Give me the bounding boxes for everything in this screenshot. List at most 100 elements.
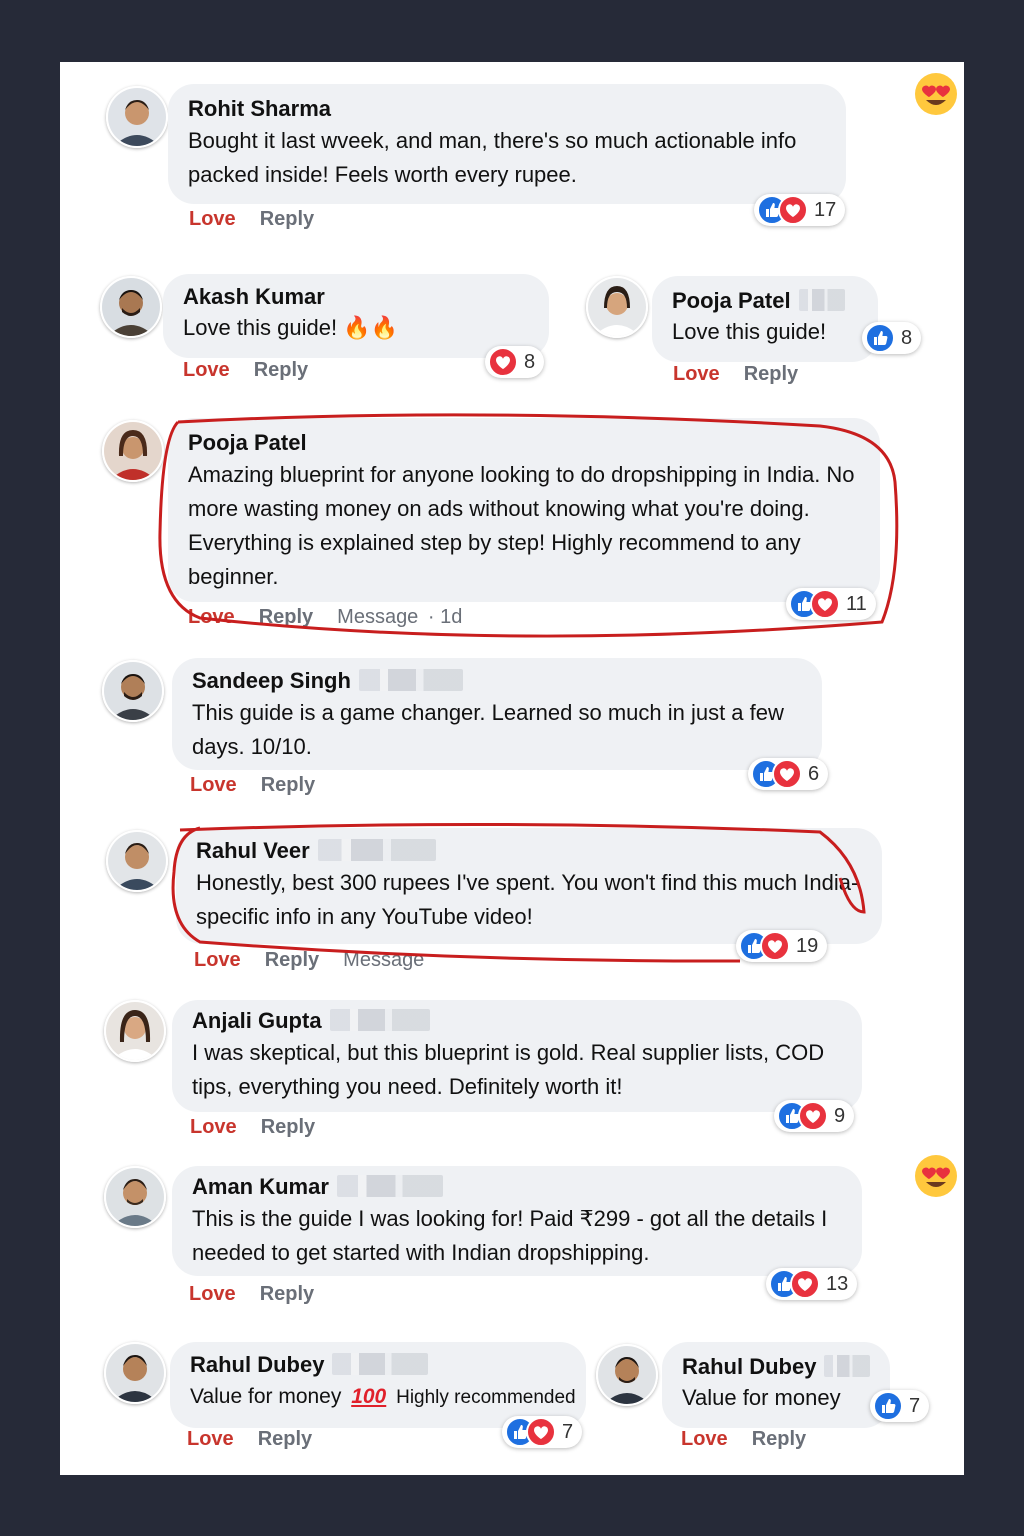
love-button[interactable]: Love bbox=[194, 949, 241, 971]
reaction-summary[interactable]: 8 bbox=[485, 346, 545, 378]
comment-text: Bought it last wveek, and man, there's s… bbox=[188, 128, 797, 187]
heart-icon bbox=[778, 195, 808, 225]
comment-bubble: Rahul Veer Honestly, best 300 rupees I'v… bbox=[176, 828, 882, 944]
comment-bubble: Pooja Patel Amazing blueprint for anyone… bbox=[168, 418, 880, 602]
comment-text: I was skeptical, but this blueprint is g… bbox=[192, 1040, 825, 1099]
avatar[interactable] bbox=[106, 86, 168, 148]
love-button[interactable]: Love bbox=[183, 359, 230, 381]
comment-bubble: Aman Kumar This is the guide I was looki… bbox=[172, 1166, 862, 1276]
comment-bubble: Pooja Patel Love this guide! bbox=[652, 276, 878, 362]
reply-button[interactable]: Reply bbox=[744, 363, 798, 385]
commenter-name[interactable]: Pooja Patel bbox=[188, 428, 860, 458]
love-button[interactable]: Love bbox=[188, 606, 235, 628]
comment-text: Love this guide! 🔥🔥 bbox=[183, 315, 399, 340]
heart-icon bbox=[488, 347, 518, 377]
love-button[interactable]: Love bbox=[189, 1283, 236, 1305]
redacted-blur bbox=[329, 1009, 430, 1031]
reply-button[interactable]: Reply bbox=[260, 1283, 314, 1305]
love-button[interactable]: Love bbox=[681, 1428, 728, 1450]
reply-button[interactable]: Reply bbox=[261, 774, 315, 796]
commenter-name[interactable]: Rahul Dubey bbox=[190, 1350, 566, 1380]
love-button[interactable]: Love bbox=[190, 774, 237, 796]
reaction-summary[interactable]: 8 bbox=[862, 322, 922, 354]
comment-text: Honestly, best 300 rupees I've spent. Yo… bbox=[196, 870, 859, 929]
reaction-summary[interactable]: 17 bbox=[754, 194, 846, 226]
love-button[interactable]: Love bbox=[189, 208, 236, 230]
avatar[interactable] bbox=[100, 276, 162, 338]
reaction-summary[interactable]: 9 bbox=[774, 1100, 855, 1132]
comment-text: This guide is a game changer. Learned so… bbox=[192, 700, 784, 759]
reaction-summary[interactable]: 7 bbox=[870, 1390, 930, 1422]
reaction-count: 17 bbox=[814, 198, 837, 221]
love-button[interactable]: Love bbox=[673, 363, 720, 385]
reaction-summary[interactable]: 6 bbox=[748, 758, 829, 790]
commenter-name[interactable]: Rahul Dubey bbox=[682, 1352, 871, 1382]
message-button[interactable]: Message bbox=[337, 606, 418, 628]
reaction-count: 8 bbox=[524, 350, 536, 373]
reply-button[interactable]: Reply bbox=[265, 949, 319, 971]
commenter-name-text: Rahul Dubey bbox=[682, 1354, 817, 1379]
reaction-summary[interactable]: 7 bbox=[502, 1416, 583, 1448]
comment-text-part: Value for money bbox=[190, 1385, 342, 1408]
comment-bubble: Sandeep Singh This guide is a game chang… bbox=[172, 658, 822, 770]
avatar[interactable] bbox=[102, 420, 164, 482]
commenter-name[interactable]: Anjali Gupta bbox=[192, 1006, 842, 1036]
reaction-count: 7 bbox=[562, 1420, 574, 1443]
comment-actions: Love Reply bbox=[183, 359, 332, 382]
comments-card: Rohit Sharma Bought it last wveek, and m… bbox=[60, 62, 964, 1475]
comment-bubble: Rahul Dubey Value for money bbox=[662, 1342, 890, 1428]
reaction-count: 6 bbox=[808, 762, 820, 785]
commenter-name[interactable]: Akash Kumar bbox=[183, 282, 529, 312]
heart-icon bbox=[798, 1101, 828, 1131]
love-button[interactable]: Love bbox=[190, 1116, 237, 1138]
redacted-blur bbox=[824, 1355, 871, 1377]
reply-button[interactable]: Reply bbox=[254, 359, 308, 381]
heart-eyes-emoji bbox=[915, 73, 957, 115]
reply-button[interactable]: Reply bbox=[260, 208, 314, 230]
comment-text: Value for money 100 Highly recommended bbox=[190, 1380, 576, 1415]
avatar[interactable] bbox=[104, 1166, 166, 1228]
like-icon bbox=[873, 1391, 903, 1421]
redacted-blur bbox=[332, 1353, 429, 1375]
commenter-name-text: Rahul Veer bbox=[196, 838, 310, 863]
reaction-summary[interactable]: 11 bbox=[786, 588, 876, 620]
comment-actions: Love Reply bbox=[189, 1283, 338, 1306]
comment-actions: Love Reply bbox=[187, 1428, 336, 1451]
reaction-count: 9 bbox=[834, 1104, 846, 1127]
reply-button[interactable]: Reply bbox=[259, 606, 313, 628]
reaction-summary[interactable]: 19 bbox=[736, 930, 828, 962]
commenter-name[interactable]: Rahul Veer bbox=[196, 836, 862, 866]
reply-button[interactable]: Reply bbox=[261, 1116, 315, 1138]
reaction-count: 8 bbox=[901, 326, 913, 349]
commenter-name[interactable]: Rohit Sharma bbox=[188, 94, 826, 124]
heart-icon bbox=[760, 931, 790, 961]
commenter-name[interactable]: Sandeep Singh bbox=[192, 666, 802, 696]
commenter-name-text: Pooja Patel bbox=[672, 288, 791, 313]
comment-actions: Love Reply bbox=[189, 208, 338, 231]
commenter-name[interactable]: Aman Kumar bbox=[192, 1172, 842, 1202]
commenter-name-text: Sandeep Singh bbox=[192, 668, 351, 693]
reaction-summary[interactable]: 13 bbox=[766, 1268, 858, 1300]
comment-actions: Love Reply bbox=[673, 363, 822, 386]
heart-icon bbox=[526, 1417, 556, 1447]
heart-icon bbox=[810, 589, 840, 619]
avatar[interactable] bbox=[586, 276, 648, 338]
love-button[interactable]: Love bbox=[187, 1428, 234, 1450]
comment-text-part: Highly recommended bbox=[396, 1387, 576, 1408]
reply-button[interactable]: Reply bbox=[258, 1428, 312, 1450]
comment-actions: Love Reply bbox=[190, 774, 339, 797]
comment-timestamp: · 1d bbox=[427, 606, 463, 628]
comment-text: Value for money bbox=[682, 1385, 841, 1410]
avatar[interactable] bbox=[596, 1344, 658, 1406]
commenter-name[interactable]: Pooja Patel bbox=[672, 286, 858, 316]
comment-actions: Love Reply Message bbox=[194, 949, 424, 972]
avatar[interactable] bbox=[104, 1000, 166, 1062]
heart-icon bbox=[772, 759, 802, 789]
comment-bubble: Anjali Gupta I was skeptical, but this b… bbox=[172, 1000, 862, 1112]
reaction-count: 7 bbox=[909, 1394, 921, 1417]
avatar[interactable] bbox=[102, 660, 164, 722]
reply-button[interactable]: Reply bbox=[752, 1428, 806, 1450]
message-button[interactable]: Message bbox=[343, 949, 424, 971]
avatar[interactable] bbox=[104, 1342, 166, 1404]
avatar[interactable] bbox=[106, 830, 168, 892]
